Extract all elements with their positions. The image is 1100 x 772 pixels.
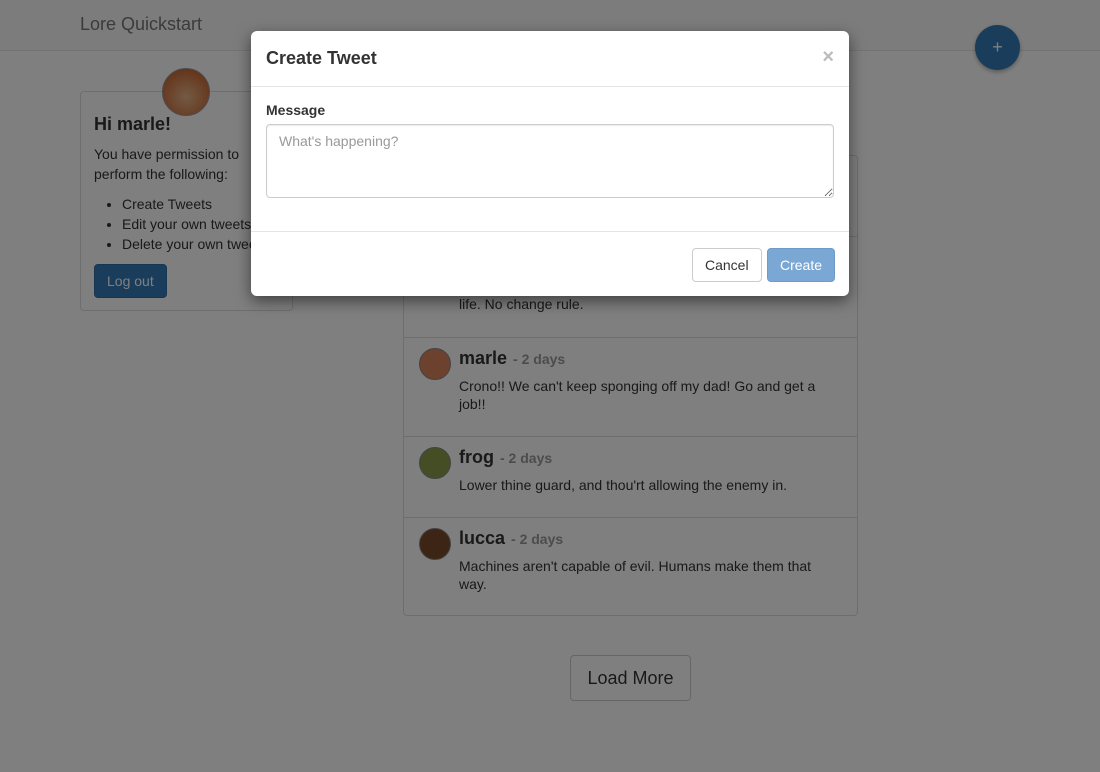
modal-header: Create Tweet × bbox=[251, 31, 849, 87]
cancel-button[interactable]: Cancel bbox=[692, 248, 762, 282]
close-icon[interactable]: × bbox=[822, 46, 834, 69]
message-label: Message bbox=[266, 102, 326, 118]
modal-body: Message bbox=[251, 87, 849, 216]
message-input[interactable] bbox=[266, 124, 834, 198]
create-tweet-modal: Create Tweet × Message Cancel Create bbox=[251, 31, 849, 296]
modal-footer: Cancel Create bbox=[251, 231, 849, 296]
create-button[interactable]: Create bbox=[767, 248, 836, 282]
modal-title: Create Tweet bbox=[266, 48, 377, 68]
